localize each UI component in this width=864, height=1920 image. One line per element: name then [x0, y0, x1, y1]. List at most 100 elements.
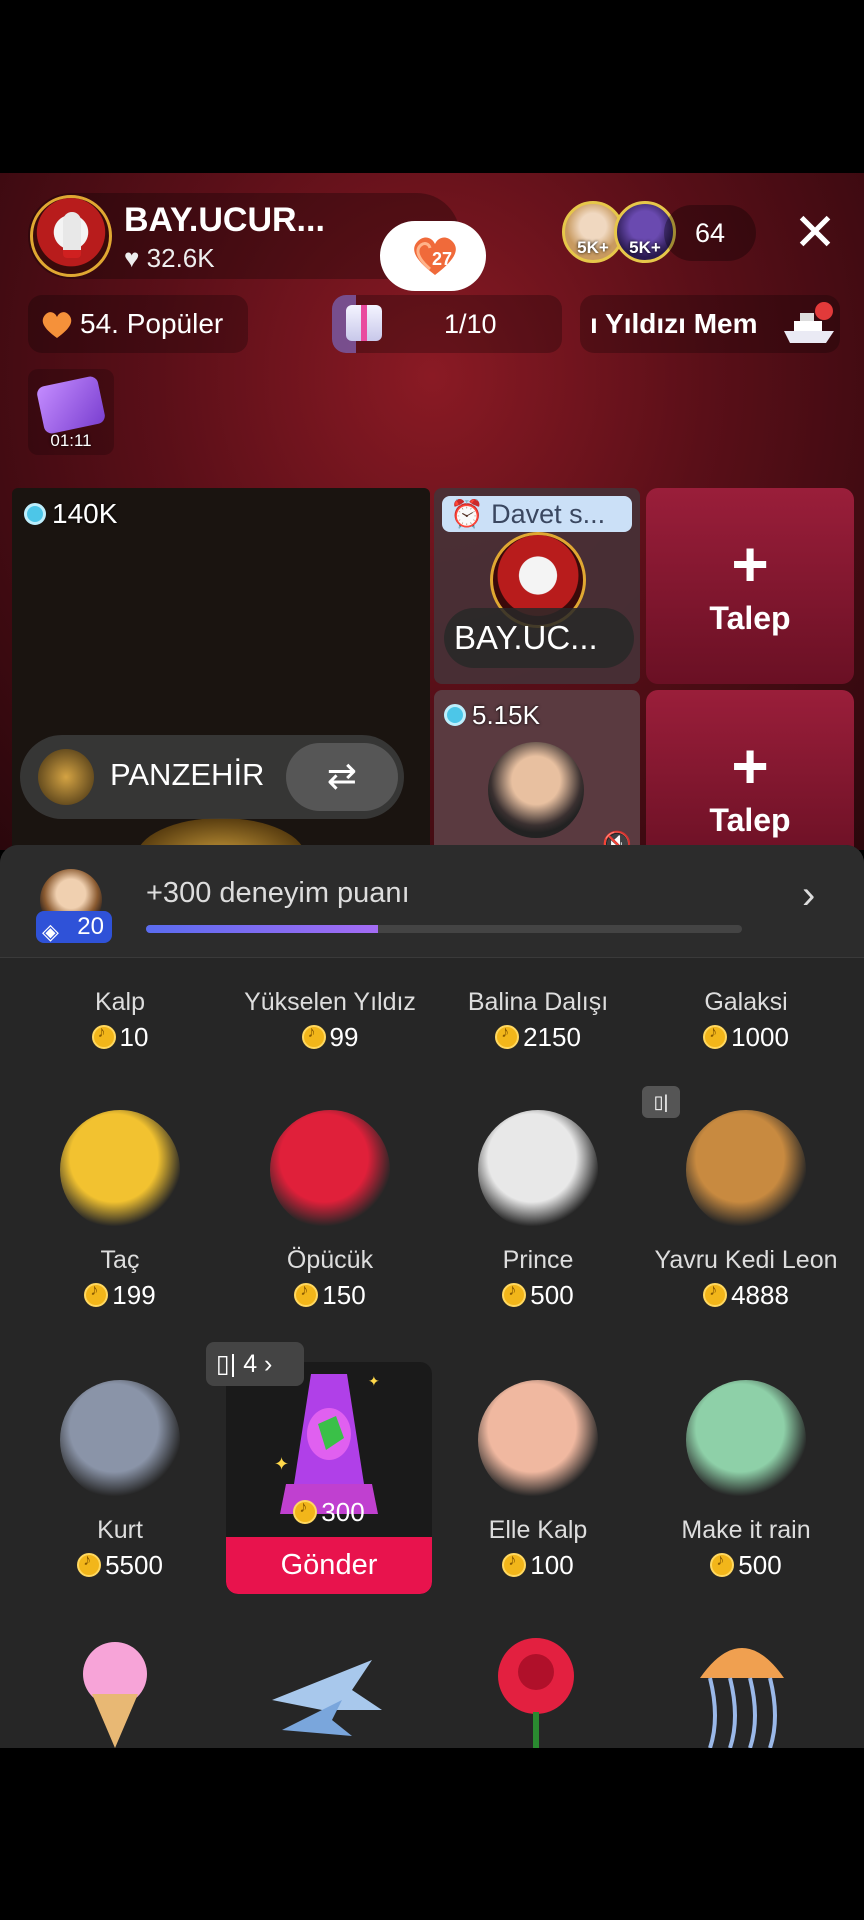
- gift-goal-count: 1/10: [444, 309, 497, 339]
- svg-text:✦: ✦: [274, 1454, 289, 1474]
- wolf-icon: [60, 1380, 180, 1500]
- gift-name: Balina Dalışı: [467, 988, 609, 1016]
- gift-name: Elle Kalp: [488, 1516, 588, 1544]
- host-avatar[interactable]: [30, 195, 112, 277]
- svg-text:✦: ✦: [368, 1373, 380, 1389]
- guest-name: PANZEHİR: [110, 757, 265, 792]
- gift-goal[interactable]: 1/10: [332, 295, 562, 353]
- gift-price: 4888: [642, 1280, 850, 1311]
- gift-item-rising-star[interactable]: Yükselen Yıldız 99: [226, 930, 434, 1058]
- video-gift-icon: ▯|: [216, 1350, 244, 1378]
- guest-tile-invite[interactable]: ⏰ Davet s... BAY.UC...: [434, 488, 640, 684]
- close-icon[interactable]: ✕: [790, 207, 840, 259]
- gift-price: 99: [226, 1022, 434, 1053]
- request-slot-button[interactable]: + Talep: [646, 690, 854, 850]
- coin-icon: [84, 1282, 109, 1307]
- event-ticker[interactable]: ı Yıldızı Mem: [580, 295, 840, 353]
- guest-avatar: [38, 749, 94, 805]
- money-stack-icon: [686, 1380, 806, 1500]
- diamond-count: 140K: [24, 498, 117, 530]
- request-slot-button[interactable]: + Talep: [646, 488, 854, 684]
- crown-icon: [60, 1110, 180, 1230]
- gift-item-kiss-lips[interactable]: Öpücük 150: [226, 1080, 434, 1316]
- fan-level: 27: [432, 249, 453, 269]
- gift-price: 100: [434, 1550, 642, 1581]
- gift-name: Make it rain: [681, 1516, 811, 1544]
- host-name: BAY.UCUR...: [124, 201, 325, 239]
- request-label: Talep: [709, 802, 791, 838]
- viewer-count[interactable]: 64: [664, 205, 756, 261]
- guest-tile-cam[interactable]: 5.15K 🔇: [434, 690, 640, 850]
- coin-icon: [703, 1024, 728, 1049]
- gift-item-galaxy[interactable]: Galaksi 1000: [642, 930, 850, 1058]
- selected-gift[interactable]: ✦ ✦ 300 Gönder: [226, 1362, 432, 1594]
- lion-cub-icon: [686, 1110, 806, 1230]
- gift-item-money-stack[interactable]: Make it rain 500: [642, 1350, 850, 1586]
- diamond-count: 5.15K: [444, 700, 540, 731]
- plus-icon: +: [731, 528, 769, 600]
- swap-icon[interactable]: ⇄: [286, 743, 398, 811]
- rose-icon[interactable]: [476, 1632, 596, 1748]
- chevron-right-icon: ›: [257, 1350, 273, 1378]
- gift-name: Yükselen Yıldız: [244, 988, 416, 1016]
- gift-price: 150: [226, 1280, 434, 1311]
- ticker-text: ı Yıldızı Mem: [590, 308, 758, 339]
- guest-avatar: [488, 742, 584, 838]
- gift-price: 5500: [16, 1550, 224, 1581]
- gift-name: Öpücük: [286, 1246, 374, 1274]
- gift-name: Galaksi: [704, 988, 788, 1016]
- gift-price: 199: [16, 1280, 224, 1311]
- invite-banner: ⏰ Davet s...: [442, 496, 632, 532]
- treasure-chest-icon: [35, 375, 107, 435]
- fan-club-button[interactable]: 27: [380, 221, 486, 291]
- request-label: Talep: [709, 600, 791, 636]
- diamond-icon: [444, 704, 466, 726]
- coin-icon: [703, 1282, 728, 1307]
- ice-cream-icon[interactable]: [70, 1636, 160, 1748]
- gift-item-panda-prince[interactable]: Prince 500: [434, 1080, 642, 1316]
- gift-name: Yavru Kedi Leon: [654, 1246, 838, 1274]
- gift-price: 10: [16, 1022, 224, 1053]
- coin-icon: [502, 1282, 527, 1307]
- orange-heart-icon: [42, 312, 72, 338]
- treasure-timer: 01:11: [50, 431, 92, 450]
- plus-icon: +: [731, 730, 769, 802]
- popular-ranking[interactable]: 54. Popüler: [28, 295, 248, 353]
- send-button[interactable]: Gönder: [226, 1537, 432, 1594]
- gift-name: Taç: [100, 1246, 140, 1274]
- diamond-icon: [24, 503, 46, 525]
- gift-item-wolf[interactable]: Kurt 5500: [16, 1350, 224, 1586]
- jellyfish-icon[interactable]: [680, 1628, 804, 1748]
- hand-heart-icon: [478, 1380, 598, 1500]
- gift-box-icon: [346, 305, 382, 341]
- gift-item-hand-heart[interactable]: Elle Kalp 100: [434, 1350, 642, 1586]
- coin-icon: [91, 1024, 116, 1049]
- gift-price: 500: [434, 1280, 642, 1311]
- gift-price: 300: [226, 1497, 432, 1528]
- screen: BAY.UCUR... ♥ 32.6K 27 5K+ 5K+ 64 ✕ 54. …: [0, 0, 864, 1920]
- gift-price: 2150: [434, 1022, 642, 1053]
- jets-icon[interactable]: [262, 1640, 386, 1748]
- experience-text: +300 deneyim puanı: [146, 877, 410, 909]
- gift-item-heart-gift[interactable]: Kalp 10: [16, 930, 224, 1058]
- coin-icon: [301, 1024, 326, 1049]
- coin-icon: [495, 1024, 520, 1049]
- viewer-badge: 5K+: [577, 238, 609, 257]
- gift-price: 1000: [642, 1022, 850, 1053]
- combo-badge[interactable]: ▯| 4 ›: [206, 1342, 304, 1386]
- panda-prince-icon: [478, 1110, 598, 1230]
- coin-icon: [293, 1499, 318, 1524]
- gift-name: Prince: [502, 1246, 574, 1274]
- guest-name-pill[interactable]: PANZEHİR ⇄: [20, 735, 404, 819]
- gift-name: Kalp: [94, 988, 146, 1016]
- coin-icon: [710, 1552, 735, 1577]
- video-gift-icon: ▯|: [642, 1086, 680, 1118]
- gift-name: Kurt: [97, 1516, 143, 1544]
- host-info[interactable]: BAY.UCUR... ♥ 32.6K 27: [28, 193, 486, 291]
- chevron-right-icon[interactable]: ›: [802, 873, 815, 918]
- treasure-box[interactable]: 01:11: [28, 369, 114, 455]
- gift-item-whale-dive[interactable]: Balina Dalışı 2150: [434, 930, 642, 1058]
- cruise-ship-icon: [784, 302, 834, 343]
- kiss-lips-icon: [270, 1110, 390, 1230]
- gift-item-crown[interactable]: Taç 199: [16, 1080, 224, 1316]
